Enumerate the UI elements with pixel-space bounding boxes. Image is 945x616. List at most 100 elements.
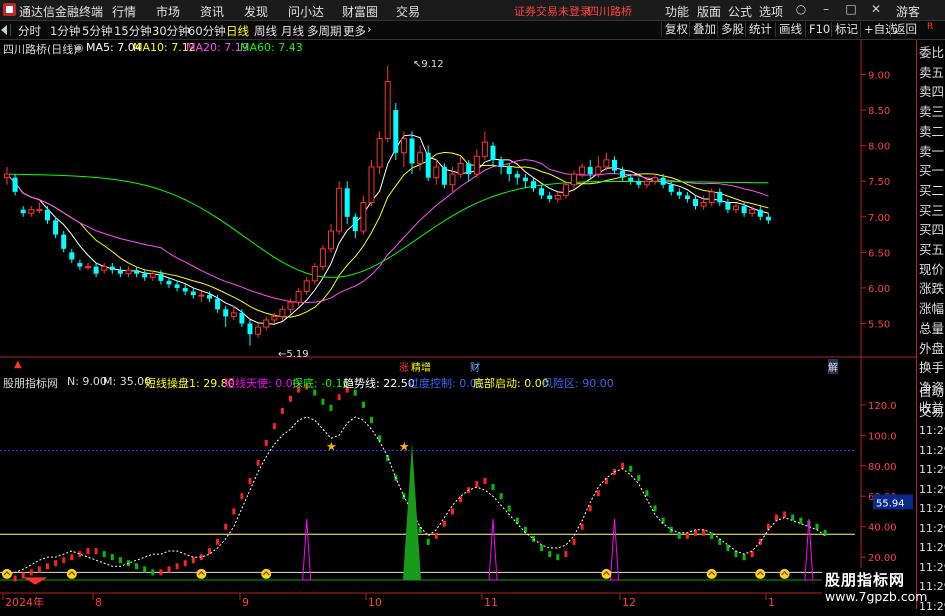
quote-field-label[interactable]: 现价 (919, 260, 945, 279)
quote-field-label[interactable]: 委比 (919, 43, 945, 62)
login-notice[interactable]: 证券交易未登录 (514, 3, 591, 19)
ind-bar (734, 551, 738, 558)
menu-zixun[interactable]: 资讯 (200, 3, 224, 20)
minimize-icon[interactable]: – (817, 1, 835, 18)
ind-bar (434, 532, 438, 539)
tag-jingzeng[interactable]: 精增 (411, 359, 431, 374)
trade-log-item[interactable]: 11:29 (919, 441, 945, 460)
signal-coin (261, 568, 272, 579)
ind-bar (46, 563, 49, 570)
period-monthly[interactable]: 月线 (281, 23, 304, 39)
legend-settings-icon[interactable]: ◉ (74, 41, 84, 54)
btn-diejia[interactable]: 叠加 (689, 22, 719, 37)
period-more[interactable]: 更多 (343, 23, 366, 39)
menu-xuanxiang[interactable]: 选项 (759, 3, 783, 20)
ind-bar (548, 551, 552, 558)
candle-body (481, 141, 488, 157)
stock-legend[interactable]: 四川路桥(日线) (3, 41, 78, 57)
more-chevron-icon[interactable]: › (367, 22, 372, 36)
chart-canvas[interactable]: 9.00 8.50 8.00 7.50 7.00 6.50 6.00 5.50 120.0 10… (0, 40, 916, 609)
quote-field-label[interactable]: 卖三 (919, 102, 945, 121)
ind-bar (783, 511, 787, 518)
trade-log-item[interactable]: 自动 (919, 382, 945, 401)
quote-field-label[interactable]: 卖四 (919, 82, 945, 101)
tag-zhang[interactable]: 涨 (399, 359, 409, 374)
candle-body (311, 266, 318, 282)
ind-bar (167, 566, 171, 573)
candle-body (441, 166, 447, 185)
quote-field-label[interactable]: 卖二 (919, 122, 945, 141)
period-1min[interactable]: 1分钟 (50, 23, 80, 39)
btn-duogu[interactable]: 多股 (717, 22, 747, 37)
candle-body (547, 195, 553, 199)
tag-cai[interactable]: 财 (470, 359, 480, 374)
ind-bar (677, 532, 681, 539)
trade-log-item[interactable]: 交易 (919, 402, 945, 421)
quote-field-label[interactable]: 买二 (919, 181, 945, 200)
menu-jiaoyi[interactable]: 交易 (396, 3, 420, 20)
period-weekly[interactable]: 周线 (254, 23, 277, 39)
btn-biaoji[interactable]: 标记 (831, 22, 861, 37)
menu-faxian[interactable]: 发现 (244, 3, 268, 20)
ind-bar (621, 462, 625, 469)
ind-legend-dxcp: 短线操盘1: 29.80 (145, 377, 235, 390)
quote-field-label[interactable]: 买四 (919, 220, 945, 239)
menu-caifuquan[interactable]: 财富圈 (342, 3, 378, 20)
trade-log-item[interactable]: 11:29 (919, 519, 945, 538)
close-icon[interactable]: ✕ (867, 1, 885, 18)
trade-log-item[interactable]: 11:29 (919, 460, 945, 479)
stock-name-link[interactable]: 四川路桥 (588, 3, 632, 19)
signal-coin (196, 568, 207, 579)
btn-fanhui[interactable]: 返回 (890, 22, 920, 37)
menu-gongshi[interactable]: 公式 (728, 3, 752, 20)
trade-log-item[interactable]: 11:29 (919, 538, 945, 557)
trade-log-item[interactable]: 11:29 (919, 480, 945, 499)
quote-field-label[interactable]: 卖五 (919, 63, 945, 82)
quote-field-label[interactable]: 总量 (919, 319, 945, 338)
quote-field-label[interactable]: 卖一 (919, 142, 945, 161)
quote-field-label[interactable]: 买三 (919, 201, 945, 220)
ind-bar (815, 523, 819, 530)
time-label: 12 (622, 596, 636, 609)
tag-jie[interactable]: 解 (828, 359, 838, 374)
menu-shichang[interactable]: 市场 (156, 3, 180, 20)
period-15min[interactable]: 15分钟 (114, 23, 152, 39)
candle-body (328, 230, 334, 250)
trade-log-item[interactable]: 11:29 (919, 558, 945, 577)
btn-huaxian[interactable]: 画线 (775, 22, 805, 37)
guest-label[interactable]: 游客 (896, 3, 920, 20)
menu-gongneng[interactable]: 功能 (665, 3, 689, 20)
trade-log-item[interactable]: 11:29 (919, 421, 945, 440)
ind-legend-tandi: 探底: -0.16 (292, 377, 350, 390)
period-5min[interactable]: 5分钟 (82, 23, 112, 39)
watermark-url: www.7gpzb.com (825, 589, 928, 604)
quote-field-label[interactable]: 买一 (919, 161, 945, 180)
menu-hangqing[interactable]: 行情 (112, 3, 136, 20)
btn-fuquan[interactable]: 复权 (661, 22, 691, 37)
ind-bar (248, 478, 252, 484)
ind-bar (572, 538, 576, 545)
quote-field-label[interactable]: 涨跌 (919, 279, 945, 298)
btn-f10[interactable]: F10 (805, 22, 833, 37)
candle-body (174, 284, 180, 288)
candle-body (190, 291, 196, 296)
quote-field-label[interactable]: 换手 (919, 358, 945, 377)
menu-banmian[interactable]: 版面 (697, 3, 721, 20)
candle-body (53, 220, 59, 235)
ind-legend-name[interactable]: 股朋指标网 (3, 375, 58, 391)
period-60min[interactable]: 60分钟 (188, 23, 226, 39)
quote-field-label[interactable]: 外盘 (919, 339, 945, 358)
back-arrow-icon[interactable] (1, 25, 7, 35)
menu-wenxiaoda[interactable]: 问小达 (288, 3, 324, 20)
trade-log-item[interactable]: 11:29 (919, 499, 945, 518)
quote-field-label[interactable]: 买五 (919, 240, 945, 259)
price-axis: 9.00 8.50 8.00 7.50 7.00 6.50 6.00 5.50 (861, 70, 890, 331)
period-multi[interactable]: 多周期 (307, 23, 342, 39)
period-daily[interactable]: 日线 (226, 23, 249, 39)
period-30min[interactable]: 30分钟 (152, 23, 190, 39)
user-icon[interactable]: ○ (792, 1, 810, 18)
maximize-icon[interactable]: □ (842, 1, 860, 18)
period-fenshi[interactable]: 分时 (18, 23, 41, 39)
quote-field-label[interactable]: 涨幅 (919, 299, 945, 318)
btn-tongji[interactable]: 统计 (745, 22, 775, 37)
